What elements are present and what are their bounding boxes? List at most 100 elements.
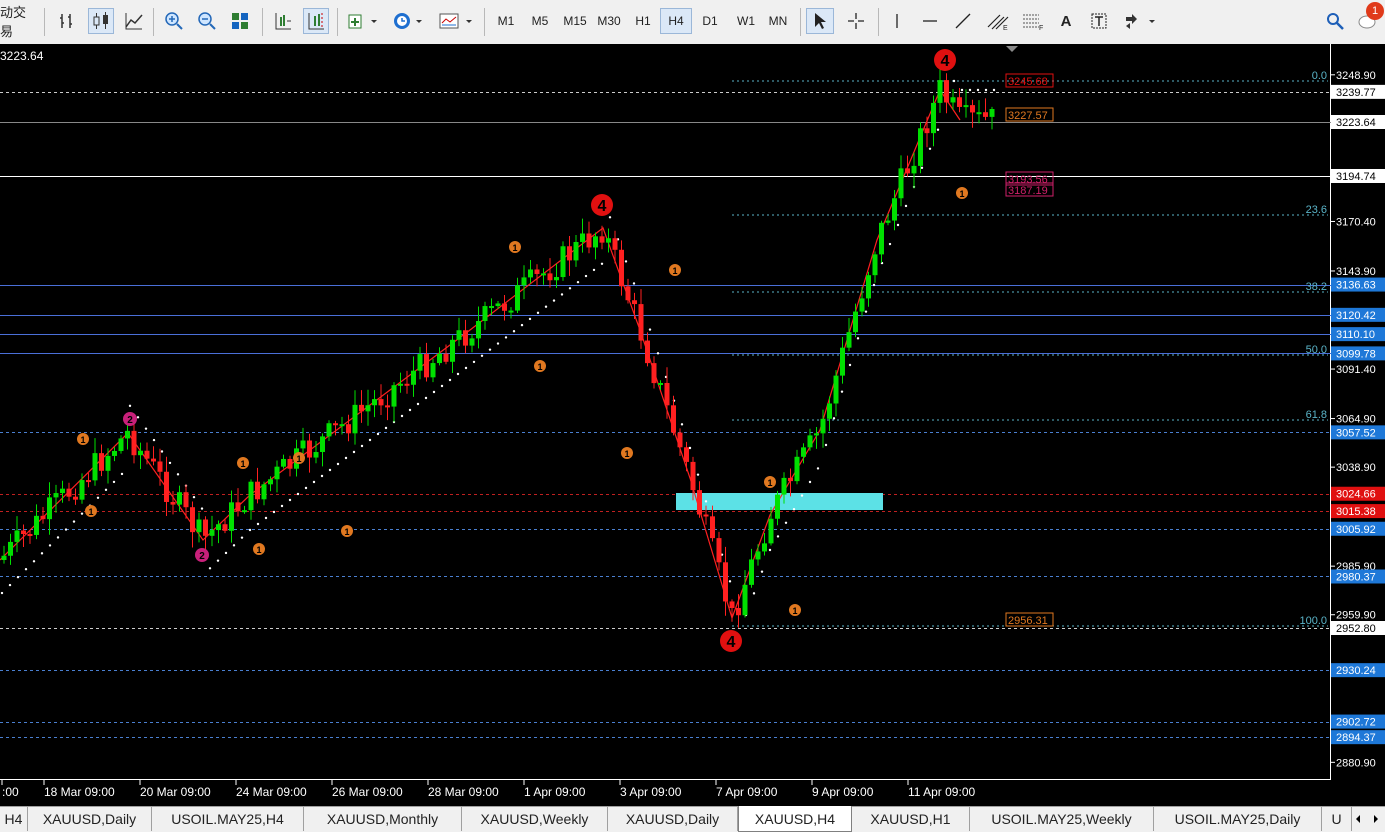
chart-shift-marker[interactable] (1006, 46, 1018, 52)
text-tool-icon[interactable]: A (1054, 8, 1078, 34)
candle-body (359, 404, 364, 412)
sar-dot (448, 378, 452, 382)
sar-dot (16, 575, 20, 579)
chart-tab[interactable]: H4 (0, 807, 28, 831)
sar-dot (936, 128, 940, 131)
sar-dot (264, 516, 268, 520)
candle-body (515, 285, 520, 311)
chart-tab-bar: H4 XAUUSD,Daily USOIL.MAY25,H4 XAUUSD,Mo… (0, 806, 1385, 832)
candle-body (716, 538, 722, 563)
chart-tab[interactable]: XAUUSD,Daily (28, 807, 152, 831)
chart-tab[interactable]: USOIL.MAY25,Daily (1154, 807, 1322, 831)
chart-tab[interactable]: XAUUSD,Daily (608, 807, 738, 831)
timeframe-m15[interactable]: M15 (558, 8, 592, 34)
candle-body (346, 424, 351, 434)
sar-dot (728, 580, 732, 583)
candle-body (976, 112, 982, 115)
fibonacci-icon[interactable]: F (1018, 8, 1048, 34)
candle-body (209, 530, 215, 536)
cursor-icon[interactable] (806, 8, 834, 34)
chart-tab[interactable]: USOIL.MAY25,Weekly (970, 807, 1154, 831)
candle-body (463, 330, 468, 346)
chart-tab-active[interactable]: XAUUSD,H4 (738, 806, 852, 832)
toolbar-separator (484, 8, 485, 36)
auto-trading-button[interactable]: 动交易 (0, 5, 36, 39)
candlestick-icon[interactable] (88, 8, 114, 34)
corner-price-readout: 3223.64 (0, 49, 44, 63)
bar-chart-icon[interactable] (55, 8, 81, 34)
equidistant-channel-icon[interactable]: E (983, 8, 1013, 34)
sar-dot (336, 462, 340, 466)
crosshair-icon[interactable] (842, 8, 870, 34)
auto-scroll-icon[interactable] (270, 8, 296, 34)
arrows-menu-icon[interactable] (1120, 8, 1160, 34)
sar-dot (584, 274, 588, 278)
sar-dot (432, 390, 436, 394)
candle-body (398, 383, 403, 386)
candle-body (619, 249, 624, 287)
candle-body (859, 298, 865, 312)
templates-icon[interactable] (436, 8, 476, 34)
chart-shift-icon[interactable] (303, 8, 329, 34)
sar-dot (832, 417, 836, 420)
price-chart[interactable]: 0.0 23.6 38.2 50.0 61.8 100.0 444221111111111… (0, 44, 1385, 806)
indicators-menu-icon[interactable] (345, 8, 381, 34)
timeframe-m30[interactable]: M30 (593, 8, 625, 34)
candle-body (742, 584, 748, 616)
sar-dot (968, 88, 972, 92)
line-chart-icon[interactable] (121, 8, 147, 34)
tile-windows-icon[interactable] (227, 8, 253, 34)
notification-badge[interactable]: 1 (1366, 2, 1384, 20)
sar-dot (344, 456, 348, 460)
chart-tab[interactable]: USOIL.MAY25,H4 (152, 807, 304, 831)
sar-dot (416, 402, 420, 406)
chart-tab[interactable]: XAUUSD,H1 (852, 807, 970, 831)
candle-body (333, 423, 338, 426)
timeframe-m1[interactable]: M1 (490, 8, 522, 34)
candle-body (8, 541, 13, 556)
sar-dot (80, 512, 84, 515)
search-icon[interactable] (1322, 8, 1348, 34)
toolbar-separator (262, 8, 263, 36)
sar-dot (456, 372, 460, 376)
candle-body (833, 375, 839, 404)
candle-body (781, 477, 787, 495)
svg-text:E: E (1003, 25, 1008, 31)
timeframe-w1[interactable]: W1 (730, 8, 762, 34)
wave-4-label: 4 (727, 634, 736, 651)
chart-tab[interactable]: U (1322, 807, 1352, 831)
timeframe-h4[interactable]: H4 (660, 8, 692, 34)
time-axis-label: 20 Mar 09:00 (140, 785, 211, 799)
fibonacci-retracement[interactable]: 0.0 23.6 38.2 50.0 61.8 100.0 (732, 70, 1328, 627)
zoom-out-icon[interactable] (194, 8, 220, 34)
candle-body (755, 551, 761, 560)
candle-body (66, 488, 72, 497)
time-axis-label: 28 Mar 09:00 (428, 785, 499, 799)
sar-dot (824, 443, 828, 447)
timeframe-d1[interactable]: D1 (694, 8, 726, 34)
target-label: 2956.31 (1008, 615, 1048, 627)
svg-text:F: F (1039, 25, 1043, 31)
periods-clock-icon[interactable] (390, 8, 426, 34)
sar-dot (352, 450, 356, 454)
vertical-line-icon[interactable] (884, 8, 910, 34)
sar-dot (528, 317, 532, 321)
candle-body (216, 524, 221, 531)
tab-scroll-buttons[interactable] (1352, 807, 1385, 831)
zoom-in-icon[interactable] (161, 8, 187, 34)
candle-body (385, 405, 390, 408)
sar-dot (32, 560, 36, 563)
horizontal-line-icon[interactable] (917, 8, 943, 34)
text-label-icon[interactable] (1086, 8, 1112, 34)
timeframe-mn[interactable]: MN (762, 8, 794, 34)
candle-body (580, 233, 585, 242)
timeframe-m5[interactable]: M5 (524, 8, 556, 34)
chart-tab[interactable]: XAUUSD,Weekly (462, 807, 608, 831)
candle-body (222, 524, 228, 531)
candle-body (281, 458, 286, 467)
chart-tab[interactable]: XAUUSD,Monthly (304, 807, 462, 831)
timeframe-h1[interactable]: H1 (627, 8, 659, 34)
candle-body (489, 306, 494, 309)
trendline-icon[interactable] (950, 8, 976, 34)
candle-body (963, 105, 969, 108)
